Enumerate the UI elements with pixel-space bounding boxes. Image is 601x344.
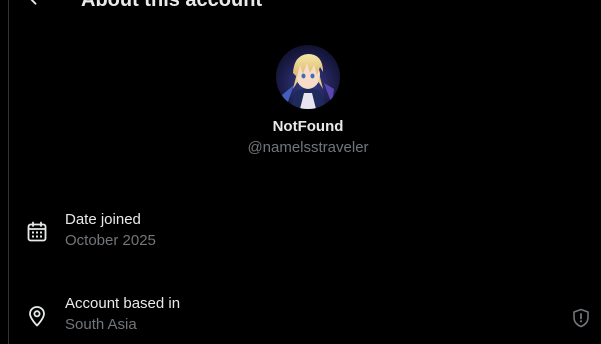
display-name: NotFound — [272, 118, 344, 135]
avatar-image — [276, 45, 340, 109]
back-button[interactable] — [22, 0, 44, 8]
calendar-icon — [27, 221, 47, 242]
account-based-in-value: South Asia — [65, 316, 137, 333]
shield-icon[interactable] — [572, 308, 590, 328]
date-joined-label: Date joined — [65, 211, 141, 228]
page-header: About this account — [0, 0, 601, 12]
location-pin-icon — [29, 306, 45, 327]
username-handle: @namelsstraveler — [247, 139, 369, 156]
date-joined-row: Date joined October 2025 — [8, 209, 601, 259]
account-location-row: Account based in South Asia — [8, 293, 601, 343]
back-arrow-icon — [30, 0, 37, 5]
account-based-in-label: Account based in — [65, 295, 181, 312]
page-title: About this account — [81, 0, 263, 11]
date-joined-value: October 2025 — [65, 232, 156, 249]
avatar[interactable] — [276, 45, 340, 109]
